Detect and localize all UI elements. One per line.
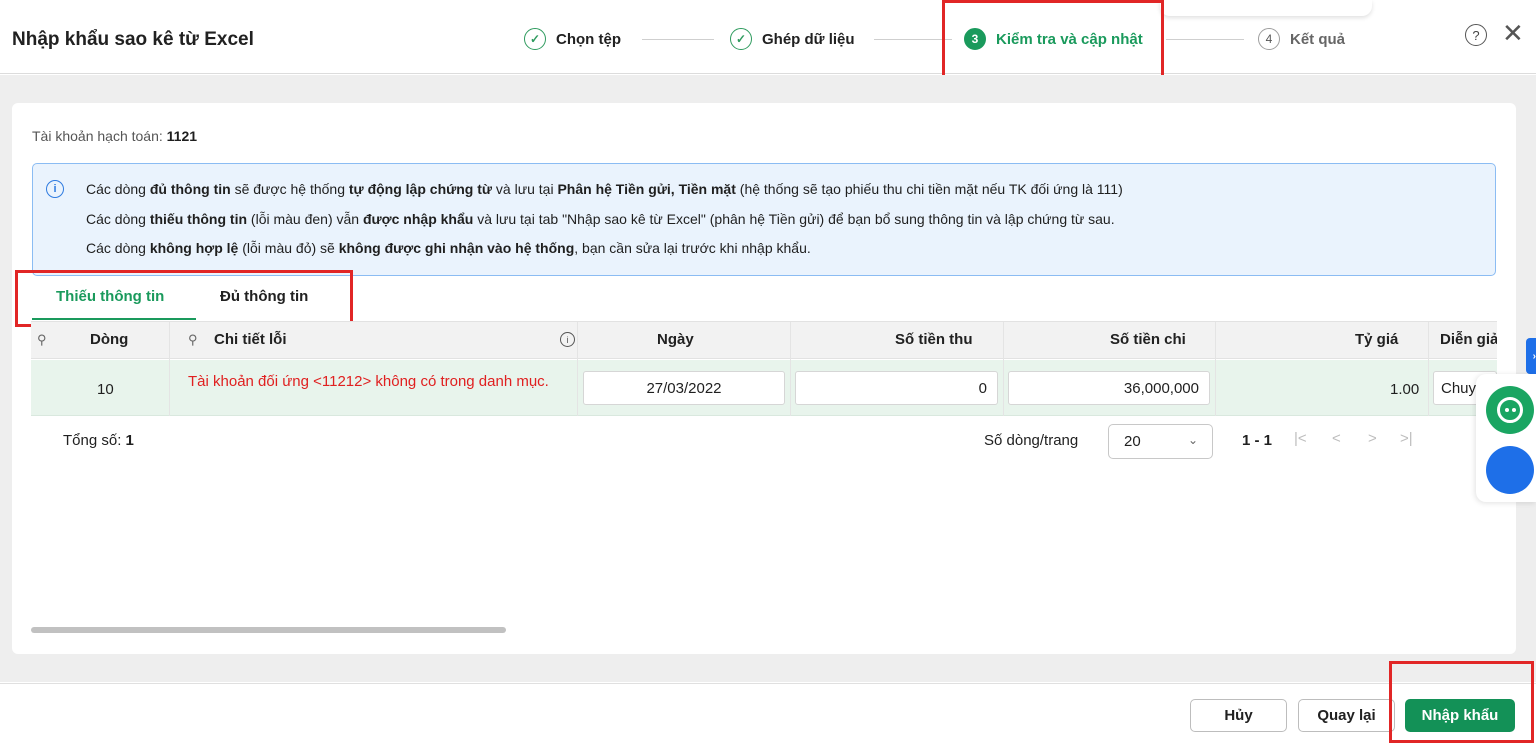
- column-divider: [1003, 322, 1004, 416]
- next-page-icon[interactable]: >: [1368, 430, 1377, 447]
- help-icon[interactable]: ?: [1465, 24, 1487, 46]
- column-divider: [169, 322, 170, 416]
- highlight-box-tabs: [15, 270, 353, 327]
- top-edge-panel: [1160, 0, 1372, 16]
- account-line: Tài khoản hạch toán: 1121: [32, 128, 197, 144]
- step-connector: [874, 39, 952, 40]
- chat-icon[interactable]: [1486, 386, 1534, 434]
- total-count: Tổng số: 1: [63, 432, 134, 449]
- step-connector: [1166, 39, 1244, 40]
- highlight-box-import: [1389, 661, 1534, 743]
- prev-page-icon[interactable]: <: [1332, 430, 1341, 447]
- column-header-date[interactable]: Ngày: [657, 331, 694, 348]
- column-header-line[interactable]: Dòng: [90, 331, 128, 348]
- step-label: Chọn tệp: [556, 30, 621, 48]
- column-header-error-detail[interactable]: Chi tiết lỗi: [214, 331, 287, 348]
- info-line-1: Các dòng đủ thông tin sẽ được hệ thống t…: [86, 181, 1123, 197]
- close-icon[interactable]: ✕: [1502, 20, 1524, 46]
- column-divider: [790, 322, 791, 416]
- income-input[interactable]: 0: [795, 371, 998, 405]
- cell-error-detail: Tài khoản đối ứng <11212> không có trong…: [188, 373, 549, 390]
- check-icon: ✓: [524, 28, 546, 50]
- assistant-icon[interactable]: [1486, 446, 1534, 494]
- last-page-icon[interactable]: >|: [1400, 430, 1413, 447]
- back-button[interactable]: Quay lại: [1298, 699, 1395, 732]
- info-line-2: Các dòng thiếu thông tin (lỗi màu đen) v…: [86, 211, 1115, 227]
- rows-per-page-label: Số dòng/trang: [984, 432, 1079, 449]
- highlight-box-step: [942, 0, 1164, 87]
- step-number-icon: 4: [1258, 28, 1280, 50]
- column-divider: [1428, 322, 1429, 416]
- check-icon: ✓: [730, 28, 752, 50]
- cell-exchange-rate: 1.00: [1390, 381, 1420, 398]
- step-choose-file: ✓ Chọn tệp: [524, 26, 621, 52]
- column-divider: [577, 322, 578, 416]
- step-map-data: ✓ Ghép dữ liệu: [730, 26, 855, 52]
- pin-icon[interactable]: ⚲: [188, 332, 198, 348]
- cell-line-number: 10: [97, 381, 114, 398]
- side-panel-tab[interactable]: ›: [1526, 338, 1536, 374]
- cancel-button[interactable]: Hủy: [1190, 699, 1287, 732]
- column-header-description[interactable]: Diễn giả: [1440, 331, 1497, 348]
- column-header-expense[interactable]: Số tiền chi: [1110, 331, 1186, 348]
- account-label: Tài khoản hạch toán:: [32, 128, 163, 144]
- pin-icon[interactable]: ⚲: [37, 332, 47, 348]
- step-label: Ghép dữ liệu: [762, 30, 855, 48]
- step-connector: [642, 39, 714, 40]
- dialog-title: Nhập khẩu sao kê từ Excel: [12, 29, 254, 50]
- rows-per-page-value: 20: [1124, 433, 1141, 450]
- column-header-exchange-rate[interactable]: Tỷ giá: [1355, 331, 1398, 348]
- step-result: 4 Kết quả: [1258, 26, 1345, 52]
- first-page-icon[interactable]: |<: [1294, 430, 1307, 447]
- column-divider: [1215, 322, 1216, 416]
- column-header-income[interactable]: Số tiền thu: [895, 331, 973, 348]
- expense-input[interactable]: 36,000,000: [1008, 371, 1210, 405]
- chevron-down-icon: ⌄: [1187, 433, 1198, 447]
- page-range: 1 - 1: [1242, 432, 1273, 449]
- info-icon[interactable]: i: [560, 332, 575, 347]
- account-value: 1121: [166, 128, 198, 144]
- date-input[interactable]: 27/03/2022: [583, 371, 785, 405]
- info-line-3: Các dòng không hợp lệ (lỗi màu đỏ) sẽ kh…: [86, 240, 811, 256]
- horizontal-scrollbar[interactable]: [31, 627, 506, 633]
- step-label: Kết quả: [1290, 30, 1346, 48]
- rows-per-page-select[interactable]: 20 ⌄: [1108, 424, 1213, 459]
- info-icon: i: [46, 180, 64, 198]
